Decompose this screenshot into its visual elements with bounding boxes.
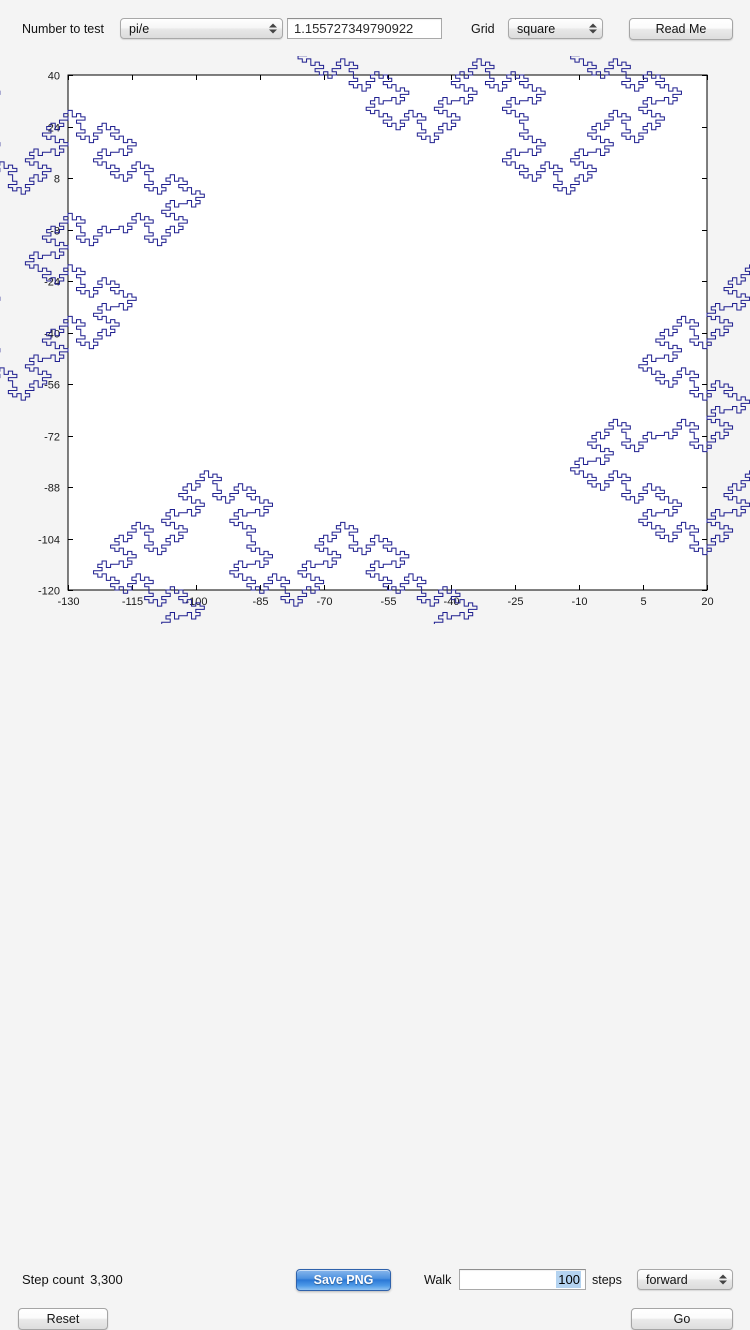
step-count-label: Step count (22, 1272, 85, 1287)
axis-tick-label: -72 (44, 432, 60, 444)
axis-tick-label: 5 (640, 596, 646, 608)
reset-button-label: Reset (46, 1312, 80, 1326)
bottom-toolbar: Step count 3,300 Save PNG Walk 100 steps … (0, 624, 750, 1330)
number-value-text: 1.155727349790922 (294, 21, 414, 36)
axis-tick-label: 40 (48, 71, 60, 83)
chevron-updown-icon (588, 21, 597, 36)
walk-label: Walk (424, 1273, 452, 1287)
number-value-field[interactable]: 1.155727349790922 (287, 18, 442, 39)
number-to-test-label: Number to test (22, 22, 104, 36)
reset-button[interactable]: Reset (18, 1308, 108, 1330)
plot-area: -130 -115 -100 -85 -70 -55 -40 -25 -10 5 20 -120 -10… (0, 56, 750, 624)
grid-select-value: square (517, 21, 556, 36)
go-button[interactable]: Go (631, 1308, 733, 1330)
axis-tick-label: -10 (572, 596, 588, 608)
axis-tick-label: -120 (38, 586, 60, 598)
axis-tick-label: -88 (44, 483, 60, 495)
direction-select[interactable]: forward (637, 1269, 733, 1290)
axis-tick-label: 20 (701, 596, 713, 608)
axis-tick-label: -115 (122, 596, 143, 608)
axis-tick-label: -85 (253, 596, 269, 608)
axis-tick-label: -104 (38, 535, 60, 547)
chevron-updown-icon (718, 1272, 727, 1287)
top-toolbar: Number to test pi/e 1.155727349790922 Gr… (0, 0, 750, 56)
save-png-button-label: Save PNG (313, 1273, 374, 1287)
grid-label: Grid (471, 22, 495, 36)
axis-tick-label: -130 (57, 596, 79, 608)
plot-frame-rect (67, 74, 708, 591)
step-count-value: 3,300 (90, 1272, 123, 1287)
fractal-plot: -130 -115 -100 -85 -70 -55 -40 -25 -10 5 20-120-10… (0, 56, 750, 624)
read-me-button[interactable]: Read Me (629, 18, 733, 40)
walk-steps-value: 100 (556, 1271, 581, 1288)
read-me-button-label: Read Me (655, 22, 707, 36)
steps-label: steps (592, 1273, 622, 1287)
axis-tick-label: 8 (54, 174, 60, 186)
walk-steps-input[interactable]: 100 (459, 1269, 586, 1290)
step-count-readout: Step count 3,300 (22, 1272, 123, 1287)
grid-select[interactable]: square (508, 18, 603, 39)
direction-select-value: forward (646, 1272, 688, 1287)
axis-tick-label: -25 (508, 596, 524, 608)
number-to-test-select-value: pi/e (129, 21, 150, 36)
save-png-button[interactable]: Save PNG (296, 1269, 391, 1291)
axis-tick-label: -70 (317, 596, 333, 608)
go-button-label: Go (673, 1312, 691, 1326)
axis-tick-label: -55 (381, 596, 397, 608)
number-to-test-select[interactable]: pi/e (120, 18, 283, 39)
chevron-updown-icon (268, 21, 277, 36)
